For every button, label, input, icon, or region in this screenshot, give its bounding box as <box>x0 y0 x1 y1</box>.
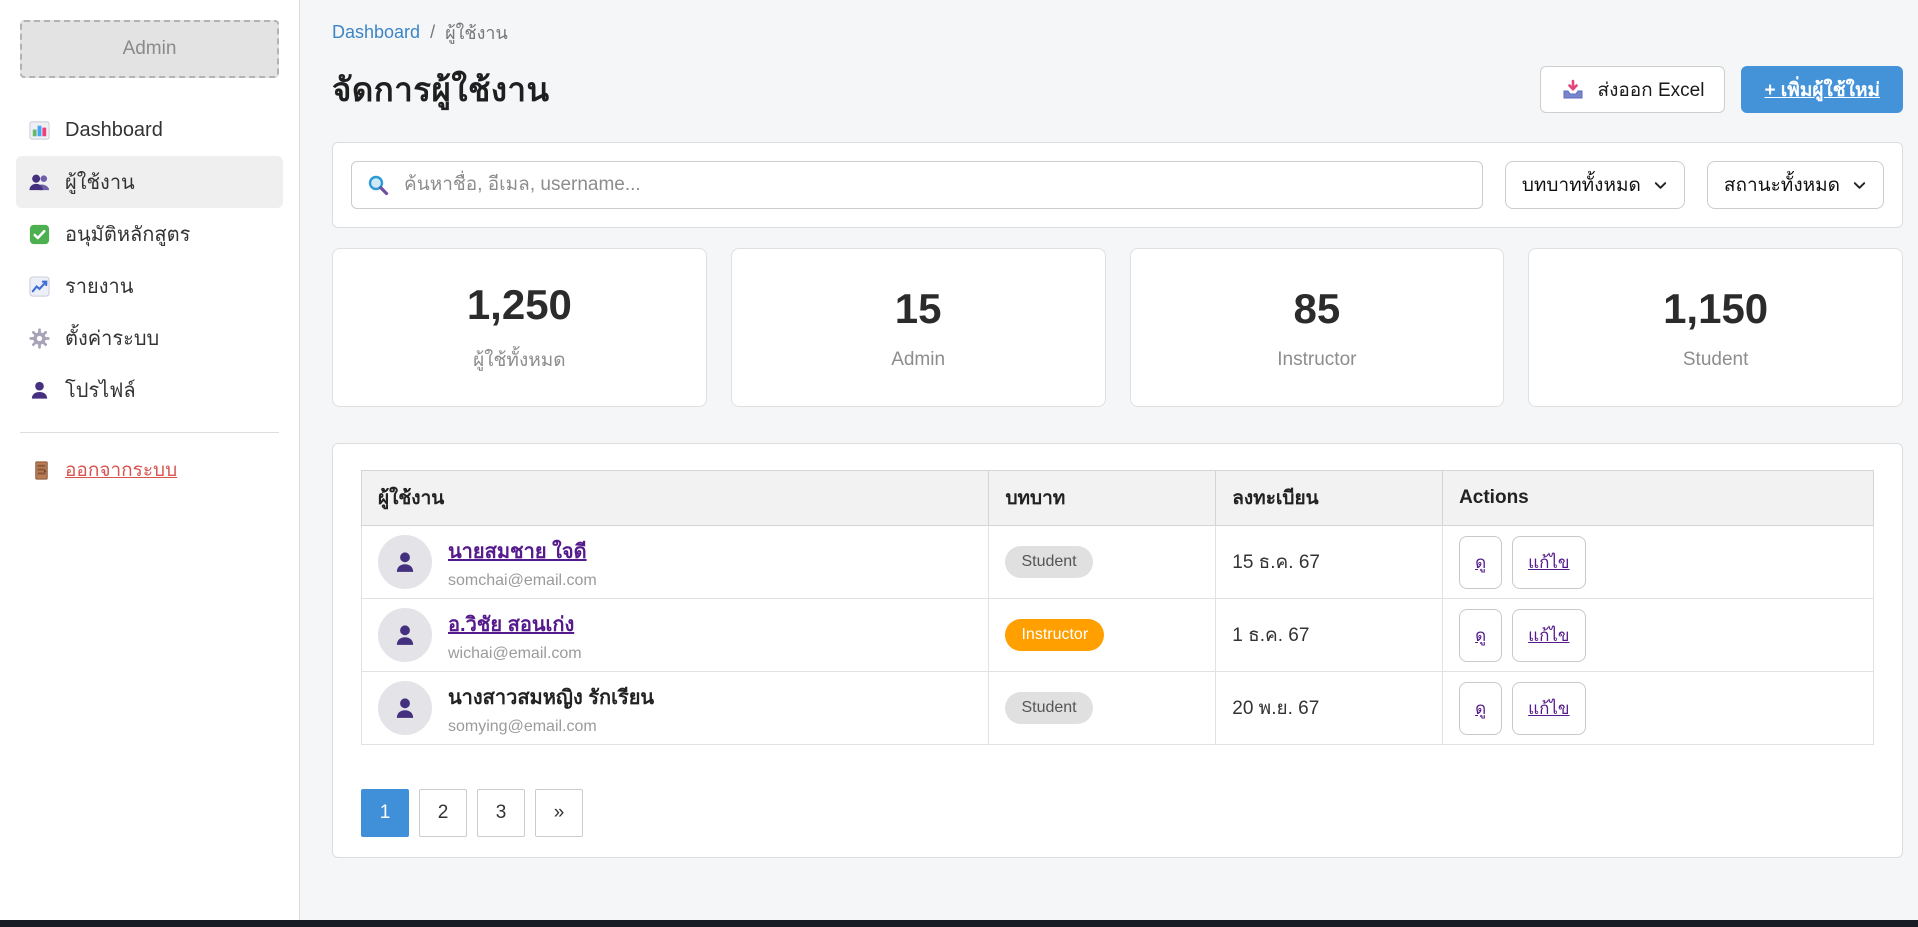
page-button-2[interactable]: 2 <box>419 789 467 837</box>
door-icon <box>30 459 53 482</box>
sidebar-item-label: อนุมัติหลักสูตร <box>65 218 190 250</box>
chevron-down-icon <box>1852 178 1867 193</box>
status-filter-value: สถานะทั้งหมด <box>1724 170 1840 200</box>
stat-value: 1,150 <box>1663 285 1768 333</box>
app-window: Admin Dashboard ผู้ใช้งาน อนุมัติหลักสูต… <box>0 0 1918 920</box>
stat-card-student: 1,150 Student <box>1528 248 1903 407</box>
table-row: นายสมชาย ใจดี somchai@email.com Student … <box>362 526 1874 599</box>
page-header: จัดการผู้ใช้งาน ส่งออก Excel + เพิ่มผู้ใ… <box>332 63 1903 116</box>
role-badge: Student <box>1005 546 1092 578</box>
sidebar-item-reports[interactable]: รายงาน <box>16 260 283 312</box>
sidebar-item-label: รายงาน <box>65 270 133 302</box>
stat-card-instructor: 85 Instructor <box>1130 248 1505 407</box>
avatar <box>378 535 432 589</box>
stat-label: Admin <box>891 349 945 371</box>
stat-label: Instructor <box>1277 349 1356 371</box>
column-header-actions: Actions <box>1443 471 1874 526</box>
table-header-row: ผู้ใช้งาน บทบาท ลงทะเบียน Actions <box>362 471 1874 526</box>
users-table-panel: ผู้ใช้งาน บทบาท ลงทะเบียน Actions <box>332 443 1903 858</box>
sidebar-item-label: ตั้งค่าระบบ <box>65 322 159 354</box>
brand-label: Admin <box>123 38 177 60</box>
role-badge: Instructor <box>1005 619 1104 651</box>
bar-chart-icon <box>28 119 51 142</box>
page-next-button[interactable]: » <box>535 789 583 837</box>
registered-date: 20 พ.ย. 67 <box>1216 672 1443 745</box>
table-row: อ.วิชัย สอนเก่ง wichai@email.com Instruc… <box>362 599 1874 672</box>
sidebar-item-label: โปรไฟล์ <box>65 374 136 406</box>
column-header-user: ผู้ใช้งาน <box>362 471 989 526</box>
stat-label: Student <box>1683 349 1749 371</box>
view-button[interactable]: ดู <box>1459 536 1502 589</box>
registered-date: 15 ธ.ค. 67 <box>1216 526 1443 599</box>
chart-up-icon <box>28 275 51 298</box>
search-box <box>351 161 1483 209</box>
role-filter-select[interactable]: บทบาททั้งหมด <box>1505 161 1685 209</box>
logout-label: ออกจากระบบ <box>65 455 177 485</box>
sidebar-divider <box>20 432 279 433</box>
status-filter-select[interactable]: สถานะทั้งหมด <box>1707 161 1884 209</box>
sidebar-nav: Dashboard ผู้ใช้งาน อนุมัติหลักสูตร รายง… <box>0 104 299 416</box>
check-icon <box>28 223 51 246</box>
breadcrumb-separator: / <box>430 22 435 43</box>
table-row: นางสาวสมหญิง รักเรียน somying@email.com … <box>362 672 1874 745</box>
stat-value: 15 <box>895 285 942 333</box>
admin-brand-box: Admin <box>20 20 279 78</box>
avatar <box>378 681 432 735</box>
user-email: somchai@email.com <box>448 572 597 590</box>
window-bottom-edge <box>0 920 1918 927</box>
users-icon <box>28 171 51 194</box>
sidebar-item-dashboard[interactable]: Dashboard <box>16 104 283 156</box>
registered-date: 1 ธ.ค. 67 <box>1216 599 1443 672</box>
add-user-button[interactable]: + เพิ่มผู้ใช้ใหม่ <box>1741 66 1903 113</box>
user-email: somying@email.com <box>448 718 654 736</box>
page-button-1[interactable]: 1 <box>361 789 409 837</box>
column-header-registered: ลงทะเบียน <box>1216 471 1443 526</box>
main-content: Dashboard / ผู้ใช้งาน จัดการผู้ใช้งาน ส่… <box>300 0 1918 920</box>
sidebar-item-profile[interactable]: โปรไฟล์ <box>16 364 283 416</box>
sidebar-item-label: ผู้ใช้งาน <box>65 166 135 198</box>
user-email: wichai@email.com <box>448 645 582 663</box>
pagination: 1 2 3 » <box>361 789 1874 837</box>
edit-button[interactable]: แก้ไข <box>1512 536 1585 589</box>
edit-button[interactable]: แก้ไข <box>1512 682 1585 735</box>
stat-value: 85 <box>1294 285 1341 333</box>
sidebar: Admin Dashboard ผู้ใช้งาน อนุมัติหลักสูต… <box>0 0 300 920</box>
avatar <box>378 608 432 662</box>
sidebar-item-users[interactable]: ผู้ใช้งาน <box>16 156 283 208</box>
user-name: นางสาวสมหญิง รักเรียน <box>448 681 654 713</box>
edit-button[interactable]: แก้ไข <box>1512 609 1585 662</box>
sidebar-item-settings[interactable]: ตั้งค่าระบบ <box>16 312 283 364</box>
stat-label: ผู้ใช้ทั้งหมด <box>473 345 566 375</box>
stat-value: 1,250 <box>467 281 572 329</box>
download-tray-icon <box>1561 78 1585 102</box>
sidebar-item-approve-courses[interactable]: อนุมัติหลักสูตร <box>16 208 283 260</box>
add-user-label: + เพิ่มผู้ใช้ใหม่ <box>1764 80 1880 101</box>
column-header-role: บทบาท <box>989 471 1216 526</box>
gear-icon <box>28 327 51 350</box>
export-excel-button[interactable]: ส่งออก Excel <box>1540 66 1725 113</box>
role-filter-value: บทบาททั้งหมด <box>1522 170 1641 200</box>
export-excel-label: ส่งออก Excel <box>1597 75 1704 105</box>
user-name-link[interactable]: อ.วิชัย สอนเก่ง <box>448 608 582 640</box>
breadcrumb: Dashboard / ผู้ใช้งาน <box>332 18 1903 47</box>
search-input[interactable] <box>351 161 1483 209</box>
stat-card-total-users: 1,250 ผู้ใช้ทั้งหมด <box>332 248 707 407</box>
breadcrumb-current: ผู้ใช้งาน <box>445 18 508 47</box>
header-actions: ส่งออก Excel + เพิ่มผู้ใช้ใหม่ <box>1540 66 1903 113</box>
page-button-3[interactable]: 3 <box>477 789 525 837</box>
users-table: ผู้ใช้งาน บทบาท ลงทะเบียน Actions <box>361 470 1874 745</box>
stats-row: 1,250 ผู้ใช้ทั้งหมด 15 Admin 85 Instruct… <box>332 248 1903 407</box>
logout-link[interactable]: ออกจากระบบ <box>30 455 177 485</box>
role-badge: Student <box>1005 692 1092 724</box>
chevron-down-icon <box>1653 178 1668 193</box>
breadcrumb-dashboard-link[interactable]: Dashboard <box>332 22 420 43</box>
sidebar-item-label: Dashboard <box>65 119 163 142</box>
view-button[interactable]: ดู <box>1459 609 1502 662</box>
person-icon <box>28 379 51 402</box>
filter-panel: บทบาททั้งหมด สถานะทั้งหมด <box>332 142 1903 228</box>
stat-card-admin: 15 Admin <box>731 248 1106 407</box>
view-button[interactable]: ดู <box>1459 682 1502 735</box>
page-title: จัดการผู้ใช้งาน <box>332 63 550 116</box>
user-name-link[interactable]: นายสมชาย ใจดี <box>448 535 597 567</box>
